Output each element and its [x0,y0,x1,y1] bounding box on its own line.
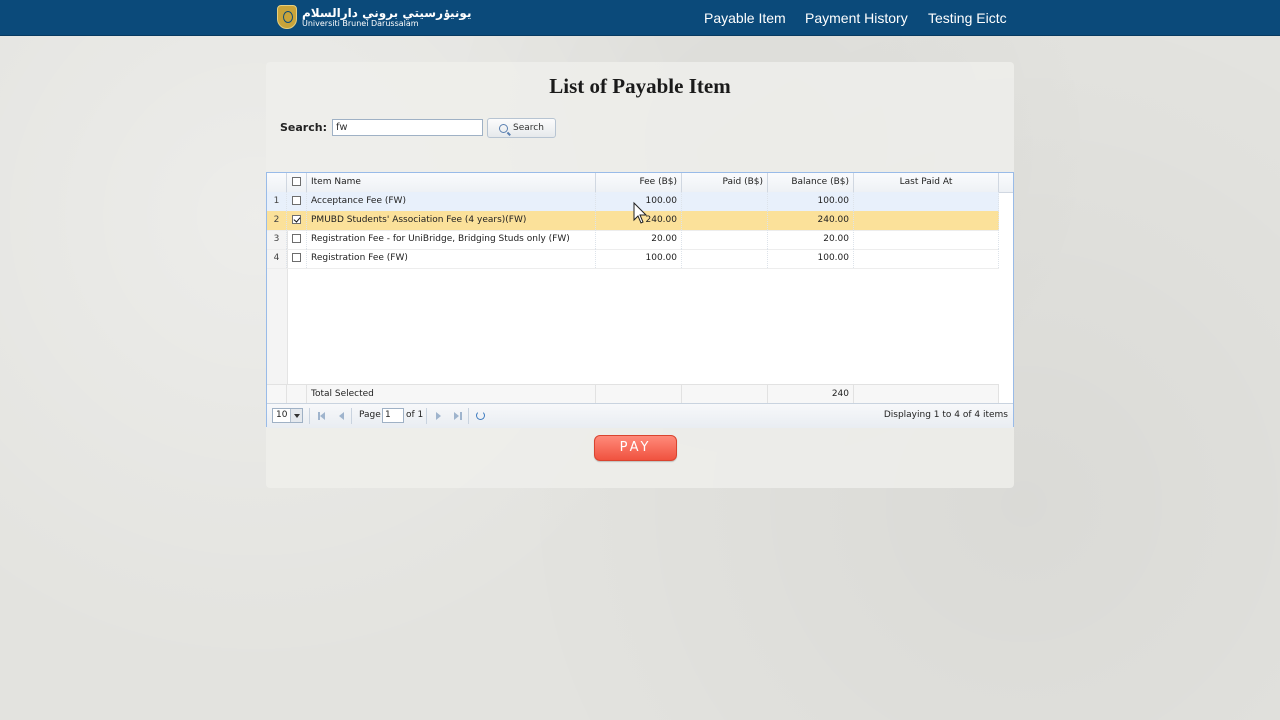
toolbar-separator [351,408,352,424]
row-checkbox[interactable] [292,253,301,262]
next-page-icon[interactable] [436,412,441,420]
grid-header: Item Name Fee (B$) Paid (B$) Balance (B$… [267,173,1013,193]
mouse-cursor-icon [633,201,648,224]
summary-fee-cell [596,385,682,404]
column-header-fee[interactable]: Fee (B$) [596,173,682,192]
first-page-icon[interactable] [320,412,325,420]
row-checkbox-cell [287,249,307,268]
display-info: Displaying 1 to 4 of 4 items [883,410,1008,420]
summary-label: Total Selected [307,385,596,404]
paid-cell [682,230,768,249]
select-all-checkbox[interactable] [292,177,301,186]
table-row[interactable]: 3 Registration Fee - for UniBridge, Brid… [267,230,999,250]
page-size-select[interactable]: 10 [272,408,303,423]
summary-balance: 240 [768,385,854,404]
row-checkbox-cell [287,211,307,230]
summary-last-cell [854,385,999,404]
column-header-last-paid-at[interactable]: Last Paid At [854,173,999,192]
row-checkbox-cell [287,230,307,249]
last-paid-cell [854,249,999,268]
item-name-cell: Acceptance Fee (FW) [307,192,596,211]
search-button[interactable]: Search [487,118,556,138]
summary-paid-cell [682,385,768,404]
refresh-icon[interactable] [476,411,485,420]
fee-cell: 20.00 [596,230,682,249]
balance-cell: 240.00 [768,211,854,230]
logo-arabic-text: يونيۏرسيتي بروني دارالسلام [302,5,472,20]
paid-cell [682,211,768,230]
row-number: 2 [267,211,287,230]
column-header-paid[interactable]: Paid (B$) [682,173,768,192]
nav-testing-eictc[interactable]: Testing Eictc [928,0,1007,35]
select-all-cell [287,173,307,192]
fee-cell: 100.00 [596,249,682,268]
balance-cell: 20.00 [768,230,854,249]
university-logo[interactable]: يونيۏرسيتي بروني دارالسلام Universiti Br… [277,4,471,30]
pay-button[interactable]: PAY [594,435,677,461]
nav-payment-history-label[interactable]: Payment History [805,10,908,26]
page-size-value: 10 [276,410,288,420]
logo-wordmark: يونيۏرسيتي بروني دارالسلام Universiti Br… [302,7,471,28]
item-name-cell: PMUBD Students' Association Fee (4 years… [307,211,596,230]
row-checkbox[interactable] [292,234,301,243]
nav-payable-item[interactable]: Payable Item [704,0,786,35]
row-checkbox-cell [287,192,307,211]
row-number: 4 [267,249,287,268]
row-checkbox[interactable] [292,215,301,224]
logo-english-text: Universiti Brunei Darussalam [302,18,419,28]
paid-cell [682,192,768,211]
balance-cell: 100.00 [768,249,854,268]
page-number-input[interactable]: 1 [382,408,404,423]
row-checkbox[interactable] [292,196,301,205]
table-row[interactable]: 4 Registration Fee (FW) 100.00 100.00 [267,249,999,269]
pagination-toolbar: 10 Page 1 of 1 Displaying 1 to 4 of 4 it… [267,403,1013,428]
search-button-label: Search [513,123,544,133]
last-page-bar [460,412,462,420]
paid-cell [682,249,768,268]
row-number: 1 [267,192,287,211]
search-icon [499,123,509,133]
page-count: of 1 [406,410,424,420]
chevron-down-icon[interactable] [290,409,302,422]
nav-payment-history[interactable]: Payment History [805,0,908,35]
table-row[interactable]: 2 PMUBD Students' Association Fee (4 yea… [267,211,999,231]
toolbar-separator [468,408,469,424]
toolbar-separator [426,408,427,424]
page-label: Page [359,410,381,420]
last-page-icon[interactable] [454,412,459,420]
summary-check-cell [287,385,307,404]
search-input[interactable] [332,119,483,136]
toolbar-separator [309,408,310,424]
search-label: Search: [280,121,327,134]
balance-cell: 100.00 [768,192,854,211]
summary-number-cell [267,385,287,404]
item-name-cell: Registration Fee (FW) [307,249,596,268]
page-title: List of Payable Item [549,74,731,98]
row-number-header [267,173,287,192]
table-row[interactable]: 1 Acceptance Fee (FW) 100.00 100.00 [267,192,999,212]
item-name-cell: Registration Fee - for UniBridge, Bridgi… [307,230,596,249]
crest-icon [277,5,297,29]
last-paid-cell [854,211,999,230]
top-nav-bar: يونيۏرسيتي بروني دارالسلام Universiti Br… [0,0,1280,36]
last-paid-cell [854,230,999,249]
last-paid-cell [854,192,999,211]
prev-page-icon[interactable] [339,412,344,420]
nav-testing-eictc-label[interactable]: Testing Eictc [928,10,1007,26]
column-header-balance[interactable]: Balance (B$) [768,173,854,192]
row-number: 3 [267,230,287,249]
column-header-item-name[interactable]: Item Name [307,173,596,192]
nav-payable-item-label[interactable]: Payable Item [704,10,786,26]
summary-row: Total Selected 240 [267,384,999,404]
